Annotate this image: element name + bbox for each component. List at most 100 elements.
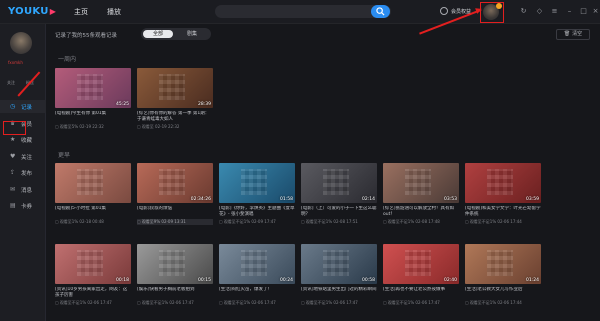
star-icon: ★ [10, 136, 16, 143]
video-card[interactable]: 02:34:26 [电影]叔叔的烦恼 ▢观看至9% 02-09 13:31 [137, 163, 213, 225]
video-title[interactable]: [生活]老公教大女儿写作业后 [465, 287, 541, 299]
video-card[interactable]: 00:24 [生活]闷红火苗，爆发了！ ▢观看至不足1% 02-06 17:47 [219, 244, 295, 306]
video-thumbnail[interactable]: 00:24 [219, 244, 295, 284]
video-card[interactable]: 00:58 [资讯]地铁站里男生出门过的精彩瞬间 ▢观看至不足1% 02-06 17… [301, 244, 377, 306]
play-triangle-icon: ▶ [49, 7, 57, 16]
video-title[interactable]: [电视剧]和美女学文学：叶光芒幼留学仲系统 [465, 206, 541, 218]
sidebar: fxxmkh 关注 粉丝 ◷记录♛会员★收藏♥关注⇪发布✉消息▤卡券 [0, 24, 46, 321]
video-thumbnail[interactable]: 02:34:26 [137, 163, 213, 203]
blurred-region [159, 74, 185, 100]
video-thumbnail[interactable]: 00:58 [301, 244, 377, 284]
refresh-icon[interactable]: ↻ [520, 8, 527, 15]
video-card[interactable]: 00:15 [娱乐]快看男子胸前老板拍到 ▢观看至不足1% 02-06 17:47 [137, 244, 213, 306]
search-button[interactable] [371, 5, 390, 18]
video-card[interactable]: 45:25 [电视剧]今生有你 第01集 ▢观看至5% 02-19 22:32 [55, 68, 131, 130]
watch-progress: ▢观看至不足1% 02-06 17:47 [219, 300, 295, 306]
filter-tabs: 全部 剧集 [141, 28, 211, 40]
nav-home[interactable]: 主页 [74, 7, 88, 17]
video-title[interactable]: [生活]再也不要让老公熬夜做事 [383, 287, 459, 299]
video-thumbnail[interactable]: 01:24 [465, 244, 541, 284]
watch-progress: ▢观看至不足1% 02-06 17:47 [301, 300, 377, 306]
video-card[interactable]: 01:24 [生活]老公教大女儿写作业后 ▢观看至不足1% 02-06 17:44 [465, 244, 541, 306]
blurred-region [77, 250, 103, 276]
watch-progress: ▢观看至5% 02-19 22:32 [55, 124, 131, 130]
menu-icon[interactable]: ≡ [551, 8, 558, 15]
watch-progress: ▢观看至不足1% 02-06 17:47 [55, 300, 131, 306]
sidebar-avatar[interactable] [10, 32, 32, 54]
clear-button[interactable]: 🗑 清空 [556, 29, 590, 40]
monitor-icon: ▢ [137, 300, 141, 305]
video-thumbnail[interactable]: 03:53 [383, 163, 459, 203]
monitor-icon: ▢ [55, 300, 59, 305]
sidebar-item-0[interactable]: ◷ 记录 [0, 100, 46, 113]
sidebar-item-3[interactable]: ♥ 关注 [0, 150, 46, 163]
video-card[interactable]: 28:39 [综艺]你有你的解答 第一季 第1期：于谦青蛙毒大如人 ▢观看至 02-… [137, 68, 213, 130]
video-thumbnail[interactable]: 01:58 [219, 163, 295, 203]
minimize-icon[interactable]: – [566, 8, 573, 15]
sidebar-item-4[interactable]: ⇪ 发布 [0, 166, 46, 179]
watch-progress-text: 观看至不足1% 02-06 17:47 [223, 300, 276, 305]
video-title[interactable]: [资讯]地铁站里男生出门过的精彩瞬间 [301, 287, 377, 299]
video-card[interactable]: 01:58 [电影]《你好，李焕英》主题曲《萱草花》- 张小斐演唱 ▢观看至不足1%… [219, 163, 295, 225]
search-input[interactable] [215, 5, 391, 18]
blurred-region [323, 250, 349, 276]
video-card[interactable]: 03:59 [电视剧]和美女学文学：叶光芒幼留学仲系统 ▢观看至不足1% 02-06… [465, 163, 541, 225]
tab-series[interactable]: 剧集 [177, 30, 207, 38]
video-title[interactable]: [综艺]张韶涵可以解放全村！具有如out！ [383, 206, 459, 218]
video-title[interactable]: [电视剧]今生有你 第01集 [55, 111, 131, 123]
top-bar: YOUKU▶ 主页 播放 会员权益 ↻ ◇ ≡ – □ × [0, 0, 600, 35]
tab-all[interactable]: 全部 [143, 30, 173, 38]
video-thumbnail[interactable]: 00:15 [137, 244, 213, 284]
video-title[interactable]: [综艺]你有你的解答 第一季 第1期：于谦青蛙毒大如人 [137, 111, 213, 123]
nav-channel[interactable]: 播放 [107, 7, 121, 17]
video-thumbnail[interactable]: 02:14 [301, 163, 377, 203]
video-title[interactable]: [生活]闷红火苗，爆发了！ [219, 287, 295, 299]
sidebar-item-label: 记录 [21, 105, 33, 111]
video-thumbnail[interactable]: 00:18 [55, 244, 131, 284]
video-title[interactable]: [电影]《你好，李焕英》主题曲《萱草花》- 张小斐演唱 [219, 206, 295, 218]
monitor-icon: ▢ [465, 300, 469, 305]
monitor-icon: ▢ [383, 300, 387, 305]
blurred-region [405, 169, 431, 195]
video-card[interactable]: 00:18 [资讯]10岁男孩离家出走，网友：这孩子厉害 ▢观看至不足1% 02-0… [55, 244, 131, 306]
follow-count-label[interactable]: 关注 [7, 80, 15, 86]
skin-icon[interactable]: ◇ [536, 8, 543, 15]
sidebar-item-label: 关注 [21, 154, 33, 161]
watch-progress: ▢观看至不足1% 02-08 17:51 [301, 219, 377, 225]
video-card[interactable]: 03:53 [综艺]张韶涵可以解放全村！具有如out！ ▢观看至不足1% 02-08… [383, 163, 459, 225]
sidebar-item-label: 发布 [21, 171, 33, 177]
username[interactable]: fxxmkh [8, 60, 23, 65]
section-label: 一周内 [58, 56, 77, 63]
monitor-icon: ▢ [301, 219, 305, 224]
youku-logo[interactable]: YOUKU▶ [8, 6, 56, 17]
video-title[interactable]: [娱乐]快看男子胸前老板拍到 [137, 287, 213, 299]
video-title[interactable]: [电影]（上）可爱的小子一下生这么聪明？ [301, 206, 377, 218]
history-icon[interactable] [440, 7, 448, 15]
watch-progress: ▢观看至1% 02-18 00:48 [55, 219, 131, 225]
video-duration: 01:58 [280, 197, 293, 202]
video-duration: 03:59 [526, 197, 539, 202]
upload-icon: ⇪ [10, 169, 16, 176]
section-label: 更早 [58, 152, 71, 159]
video-card[interactable]: 02:14 [电影]（上）可爱的小子一下生这么聪明？ ▢观看至不足1% 02-08 … [301, 163, 377, 225]
video-duration: 02:14 [362, 197, 375, 202]
video-thumbnail[interactable]: 02:40 [383, 244, 459, 284]
sidebar-item-5[interactable]: ✉ 消息 [0, 183, 46, 196]
video-card[interactable]: [电视剧]5·小时拉 第01集 ▢观看至1% 02-18 00:48 [55, 163, 131, 225]
video-thumbnail[interactable]: 28:39 [137, 68, 213, 108]
video-title[interactable]: [电影]叔叔的烦恼 [137, 206, 213, 218]
video-thumbnail[interactable]: 45:25 [55, 68, 131, 108]
video-card[interactable]: 02:40 [生活]再也不要让老公熬夜做事 ▢观看至不足1% 02-06 17:47 [383, 244, 459, 306]
video-title[interactable]: [资讯]10岁男孩离家出走，网友：这孩子厉害 [55, 287, 131, 299]
blurred-region [487, 169, 513, 195]
maximize-icon[interactable]: □ [580, 8, 587, 15]
blurred-region [77, 74, 103, 100]
close-icon[interactable]: × [592, 8, 599, 15]
video-thumbnail[interactable] [55, 163, 131, 203]
sidebar-item-6[interactable]: ▤ 卡券 [0, 199, 46, 212]
message-icon: ✉ [10, 185, 16, 193]
sidebar-item-label: 卡券 [21, 204, 33, 210]
video-title[interactable]: [电视剧]5·小时拉 第01集 [55, 206, 131, 218]
video-thumbnail[interactable]: 03:59 [465, 163, 541, 203]
watch-progress: ▢观看至不足1% 02-09 17:47 [219, 219, 295, 225]
